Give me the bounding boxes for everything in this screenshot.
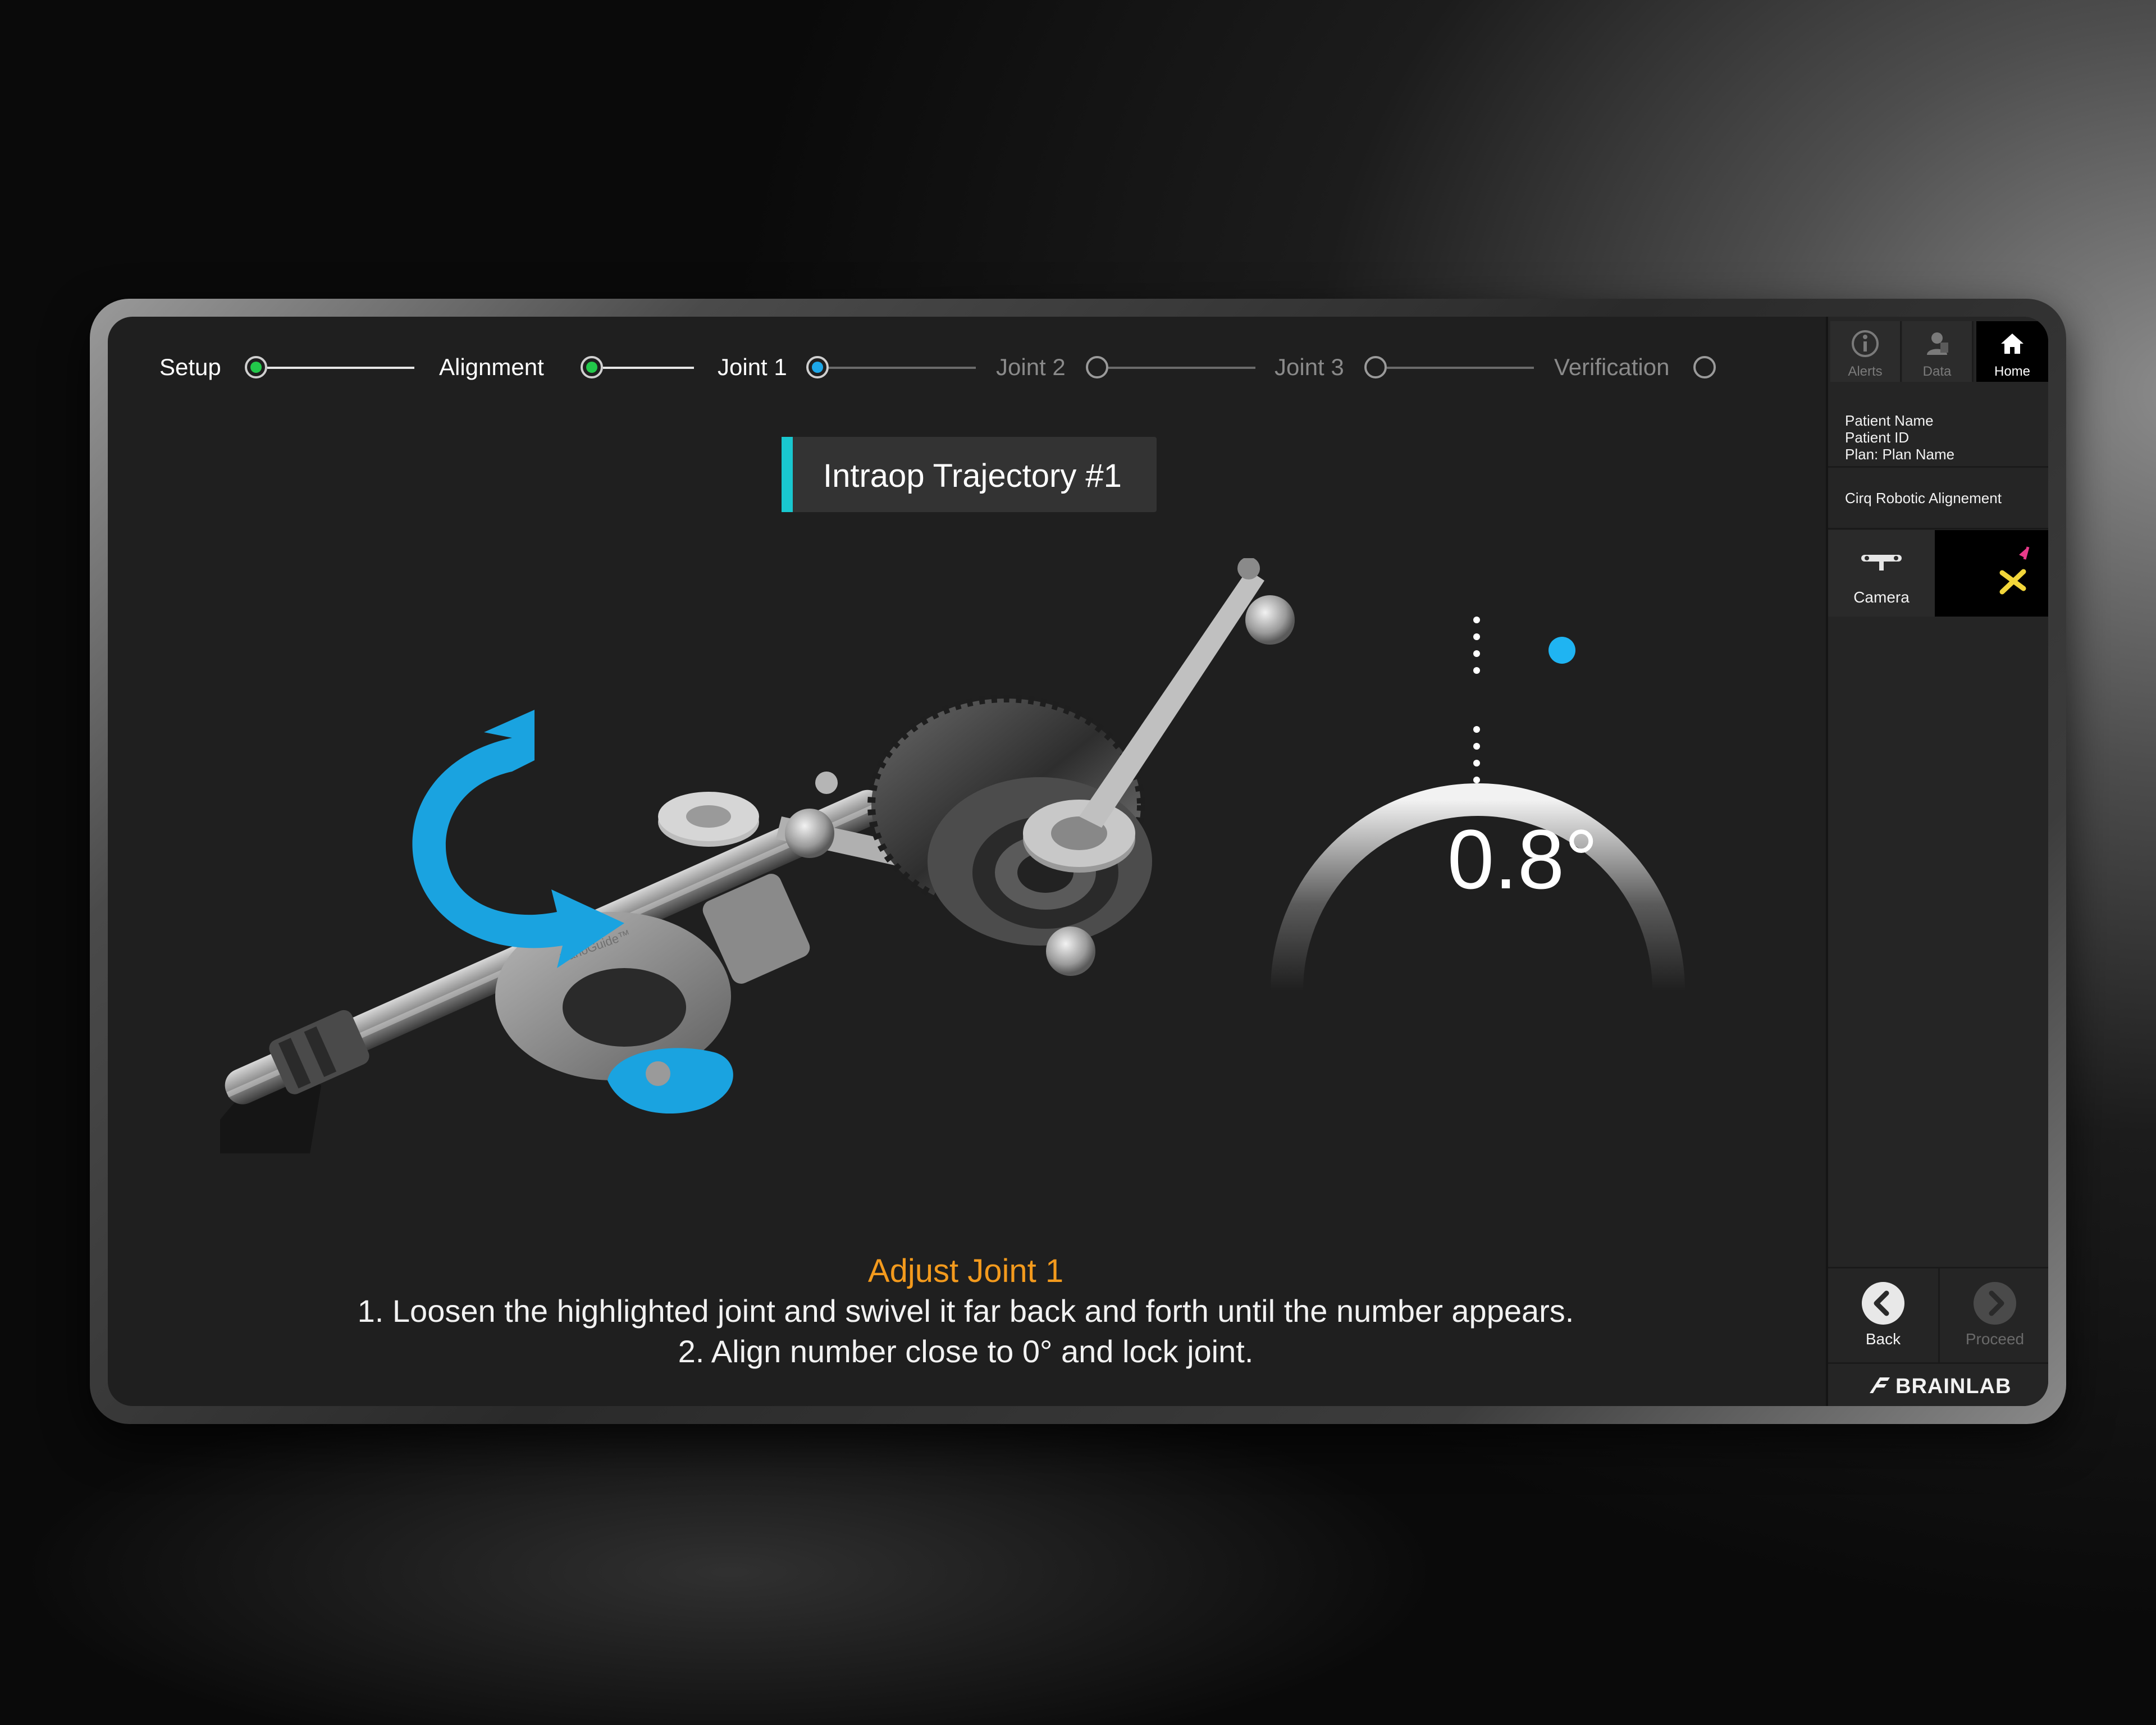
patient-name: Patient Name	[1845, 412, 1934, 429]
rotate-joint-arrow-icon	[412, 710, 624, 968]
gauge-tick	[1473, 617, 1480, 623]
step-alignment-done-icon	[581, 356, 603, 378]
tab-alerts[interactable]: Alerts	[1830, 321, 1902, 382]
gauge-tick	[1473, 650, 1480, 657]
step-connector	[1108, 367, 1255, 369]
workflow-stepper: Setup Alignment Joint 1 Joint 2 Joint 3 …	[108, 317, 1824, 384]
step-joint3-pending-icon	[1364, 356, 1387, 378]
step-alignment-label[interactable]: Alignment	[439, 354, 544, 381]
step-verification-label[interactable]: Verification	[1554, 354, 1669, 381]
back-button[interactable]: Back	[1828, 1268, 1940, 1363]
tracking-markers-icon	[1999, 546, 2030, 595]
gauge-indicator-dot	[1549, 637, 1575, 664]
title-accent-bar	[782, 437, 793, 512]
instruction-step-1: 1. Loosen the highlighted joint and swiv…	[357, 1293, 1574, 1329]
marker-sphere	[1046, 927, 1095, 976]
step-joint2-pending-icon	[1086, 356, 1108, 378]
navigation-area: Back Proceed	[1828, 1267, 2048, 1363]
camera-icon	[1861, 555, 1902, 571]
step-connector	[603, 367, 694, 369]
gauge-tick	[1473, 743, 1480, 750]
back-label: Back	[1865, 1330, 1901, 1348]
instruction-step-2: 2. Align number close to 0° and lock joi…	[678, 1334, 1254, 1369]
background-glow	[0, 1404, 2156, 1725]
marker-sphere	[785, 809, 834, 858]
instructions: Adjust Joint 1 1. Loosen the highlighted…	[108, 1252, 1824, 1372]
chevron-right-icon	[1989, 1290, 2004, 1316]
gauge-tick	[1473, 667, 1480, 674]
step-setup-label[interactable]: Setup	[159, 354, 221, 381]
brainlab-logo-icon	[1870, 1377, 1890, 1393]
proceed-button[interactable]: Proceed	[1940, 1268, 2048, 1363]
chevron-left-icon	[1874, 1290, 1889, 1316]
workflow-info[interactable]: Cirq Robotic Alignement	[1828, 468, 2048, 530]
step-setup-done-icon	[245, 356, 267, 378]
data-icon	[1927, 332, 1948, 355]
step-joint1-active-icon	[806, 356, 829, 378]
guide-disc-hole	[563, 968, 686, 1047]
tab-data-label: Data	[1922, 364, 1952, 379]
step-joint3-label[interactable]: Joint 3	[1275, 354, 1344, 381]
gauge-value: 0.8°	[1447, 812, 1598, 906]
back-circle	[1862, 1282, 1904, 1325]
step-verification-pending-icon	[1693, 356, 1716, 378]
tab-home-label: Home	[1994, 364, 2031, 379]
workflow-name: Cirq Robotic Alignement	[1845, 490, 2002, 506]
tab-alerts-label: Alerts	[1848, 364, 1883, 379]
info-icon	[1852, 330, 1879, 357]
gauge-tick	[1473, 633, 1480, 640]
home-icon	[2001, 334, 2023, 354]
gauge-tick	[1473, 760, 1480, 766]
sidebar: Alerts Data Home Patient Name Patient ID…	[1826, 317, 2048, 1406]
camera-label: Camera	[1853, 588, 1910, 606]
step-connector	[1387, 367, 1534, 369]
tracking-view[interactable]	[1935, 530, 2048, 617]
instruction-title: Adjust Joint 1	[867, 1253, 1064, 1289]
gauge-tick	[1473, 777, 1480, 783]
plan-name: Plan: Plan Name	[1845, 446, 1955, 463]
top-tabs: Alerts Data Home	[1828, 317, 2048, 386]
step-joint2-label[interactable]: Joint 2	[996, 354, 1066, 381]
patient-id: Patient ID	[1845, 429, 1910, 446]
step-connector	[829, 367, 976, 369]
patient-info: Patient Name Patient ID Plan: Plan Name	[1828, 393, 2048, 468]
screen: Setup Alignment Joint 1 Joint 2 Joint 3 …	[108, 317, 2048, 1406]
camera-button[interactable]: Camera	[1828, 530, 1935, 617]
gauge-tick	[1473, 726, 1480, 733]
step-connector	[267, 367, 414, 369]
tablet-device: Setup Alignment Joint 1 Joint 2 Joint 3 …	[90, 299, 2066, 1424]
brand-footer: BRAINLAB	[1828, 1362, 2048, 1406]
main-panel: Setup Alignment Joint 1 Joint 2 Joint 3 …	[108, 317, 1824, 1406]
proceed-circle	[1974, 1282, 2016, 1325]
proceed-label: Proceed	[1965, 1330, 2025, 1348]
tab-data[interactable]: Data	[1902, 321, 1974, 382]
step-joint1-label[interactable]: Joint 1	[718, 354, 787, 381]
trajectory-title-box: Intraop Trajectory #1	[782, 437, 1157, 512]
tab-home[interactable]: Home	[1976, 321, 2048, 382]
robotic-arm-illustration: VarioGuide™	[220, 558, 1295, 1153]
brand-name: BRAINLAB	[1895, 1375, 2012, 1398]
trajectory-title: Intraop Trajectory #1	[823, 458, 1122, 494]
